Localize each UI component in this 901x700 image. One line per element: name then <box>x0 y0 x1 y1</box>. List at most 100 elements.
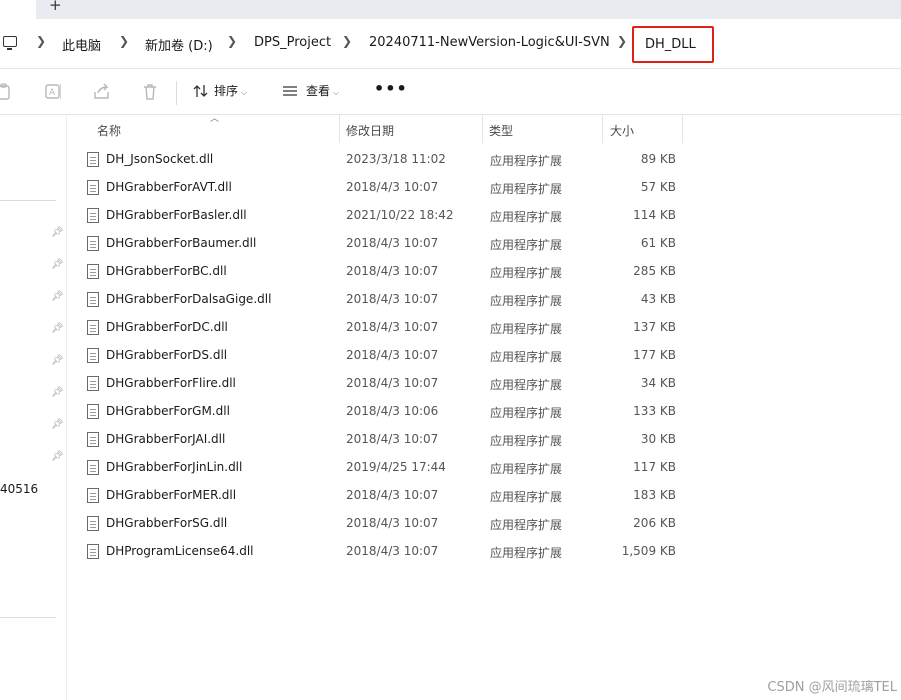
file-date: 2018/4/3 10:07 <box>346 236 439 250</box>
pin-icon[interactable]: 📌︎ <box>51 323 64 334</box>
table-row[interactable]: DHGrabberForMER.dll 2018/4/3 10:07 应用程序扩… <box>67 482 901 510</box>
file-type: 应用程序扩展 <box>490 434 563 448</box>
chevron-right-icon[interactable]: ❯ <box>227 34 237 48</box>
file-name: DHGrabberForDalsaGige.dll <box>106 292 272 306</box>
pin-icon[interactable]: 📌︎ <box>51 259 64 270</box>
toolbar-divider <box>176 81 177 105</box>
file-date: 2023/3/18 11:02 <box>346 152 446 166</box>
table-row[interactable]: DHGrabberForBasler.dll 2021/10/22 18:42 … <box>67 202 901 230</box>
column-divider[interactable] <box>602 115 603 143</box>
share-icon[interactable] <box>93 83 109 100</box>
breadcrumb-this-pc[interactable]: 此电脑 <box>62 35 101 54</box>
file-type: 应用程序扩展 <box>490 350 563 364</box>
file-date: 2021/10/22 18:42 <box>346 208 454 222</box>
column-date[interactable]: 修改日期 <box>346 122 394 139</box>
file-size: 285 KB <box>633 264 676 278</box>
pin-icon[interactable]: 📌︎ <box>51 387 64 398</box>
dll-file-icon <box>87 292 99 307</box>
dll-file-icon <box>87 460 99 475</box>
dll-file-icon <box>87 544 99 559</box>
table-row[interactable]: DHGrabberForJAI.dll 2018/4/3 10:07 应用程序扩… <box>67 426 901 454</box>
file-type: 应用程序扩展 <box>490 210 563 224</box>
pin-icon[interactable]: 📌︎ <box>51 419 64 430</box>
rename-icon[interactable]: A <box>45 83 61 100</box>
view-label: 查看 <box>306 84 331 98</box>
file-date: 2018/4/3 10:07 <box>346 180 439 194</box>
file-date: 2018/4/3 10:06 <box>346 404 439 418</box>
column-name[interactable]: 名称 <box>97 122 121 139</box>
table-row[interactable]: DHProgramLicense64.dll 2018/4/3 10:07 应用… <box>67 538 901 566</box>
view-button[interactable]: 查看 ⌵ <box>282 82 339 99</box>
file-name: DHGrabberForJinLin.dll <box>106 460 243 474</box>
dll-file-icon <box>87 264 99 279</box>
nav-item-label[interactable]: 40516 <box>0 482 38 496</box>
file-type: 应用程序扩展 <box>490 238 563 252</box>
column-type[interactable]: 类型 <box>489 122 513 139</box>
table-row[interactable]: DHGrabberForFlire.dll 2018/4/3 10:07 应用程… <box>67 370 901 398</box>
new-tab-button[interactable]: + <box>49 0 62 14</box>
file-size: 89 KB <box>640 152 676 166</box>
pin-icon[interactable]: 📌︎ <box>51 227 64 238</box>
active-tab[interactable] <box>0 0 36 19</box>
file-size: 206 KB <box>633 516 676 530</box>
file-size: 1,509 KB <box>621 544 676 558</box>
pin-icon[interactable]: 📌︎ <box>51 355 64 366</box>
file-name: DHGrabberForJAI.dll <box>106 432 226 446</box>
column-divider[interactable] <box>482 115 483 143</box>
svg-text:A: A <box>49 88 56 98</box>
table-row[interactable]: DHGrabberForAVT.dll 2018/4/3 10:07 应用程序扩… <box>67 174 901 202</box>
sort-label: 排序 <box>214 84 239 98</box>
file-size: 34 KB <box>640 376 676 390</box>
file-name: DHGrabberForSG.dll <box>106 516 228 530</box>
computer-icon[interactable] <box>3 36 17 50</box>
file-type: 应用程序扩展 <box>490 154 563 168</box>
dll-file-icon <box>87 376 99 391</box>
nav-divider <box>0 200 56 201</box>
paste-icon[interactable] <box>0 83 12 100</box>
table-row[interactable]: DH_JsonSocket.dll 2023/3/18 11:02 应用程序扩展… <box>67 146 901 174</box>
file-name: DHGrabberForAVT.dll <box>106 180 232 194</box>
file-size: 117 KB <box>633 460 676 474</box>
table-row[interactable]: DHGrabberForDC.dll 2018/4/3 10:07 应用程序扩展… <box>67 314 901 342</box>
dll-file-icon <box>87 320 99 335</box>
file-size: 61 KB <box>640 236 676 250</box>
dll-file-icon <box>87 432 99 447</box>
column-size[interactable]: 大小 <box>610 122 634 139</box>
file-date: 2018/4/3 10:07 <box>346 516 439 530</box>
dll-file-icon <box>87 180 99 195</box>
table-row[interactable]: DHGrabberForJinLin.dll 2019/4/25 17:44 应… <box>67 454 901 482</box>
table-row[interactable]: DHGrabberForDalsaGige.dll 2018/4/3 10:07… <box>67 286 901 314</box>
file-date: 2018/4/3 10:07 <box>346 320 439 334</box>
pin-icon[interactable]: 📌︎ <box>51 451 64 462</box>
chevron-right-icon[interactable]: ❯ <box>36 34 46 48</box>
breadcrumb-dps-project[interactable]: DPS_Project <box>254 35 331 50</box>
chevron-right-icon[interactable]: ❯ <box>119 34 129 48</box>
sort-icon <box>193 85 208 97</box>
delete-icon[interactable] <box>142 83 158 100</box>
more-options-button[interactable]: ••• <box>374 79 408 98</box>
breadcrumb-drive-d[interactable]: 新加卷 (D:) <box>145 35 213 54</box>
file-date: 2019/4/25 17:44 <box>346 460 446 474</box>
table-row[interactable]: DHGrabberForBC.dll 2018/4/3 10:07 应用程序扩展… <box>67 258 901 286</box>
chevron-right-icon[interactable]: ❯ <box>617 34 627 48</box>
file-size: 57 KB <box>640 180 676 194</box>
nav-divider <box>0 617 56 618</box>
breadcrumb: ❯ 此电脑 ❯ 新加卷 (D:) ❯ DPS_Project ❯ 2024071… <box>0 19 901 69</box>
table-row[interactable]: DHGrabberForBaumer.dll 2018/4/3 10:07 应用… <box>67 230 901 258</box>
file-size: 137 KB <box>633 320 676 334</box>
file-date: 2018/4/3 10:07 <box>346 488 439 502</box>
column-divider[interactable] <box>339 115 340 143</box>
table-row[interactable]: DHGrabberForDS.dll 2018/4/3 10:07 应用程序扩展… <box>67 342 901 370</box>
sort-button[interactable]: 排序 ⌵ <box>193 82 247 99</box>
chevron-right-icon[interactable]: ❯ <box>342 34 352 48</box>
column-divider[interactable] <box>682 115 683 143</box>
file-date: 2018/4/3 10:07 <box>346 292 439 306</box>
file-type: 应用程序扩展 <box>490 378 563 392</box>
file-date: 2018/4/3 10:07 <box>346 264 439 278</box>
table-row[interactable]: DHGrabberForSG.dll 2018/4/3 10:07 应用程序扩展… <box>67 510 901 538</box>
table-row[interactable]: DHGrabberForGM.dll 2018/4/3 10:06 应用程序扩展… <box>67 398 901 426</box>
pin-icon[interactable]: 📌︎ <box>51 291 64 302</box>
breadcrumb-current-folder[interactable]: DH_DLL <box>632 26 714 63</box>
file-type: 应用程序扩展 <box>490 294 563 308</box>
breadcrumb-svn-folder[interactable]: 20240711-NewVersion-Logic&UI-SVN <box>369 35 610 50</box>
